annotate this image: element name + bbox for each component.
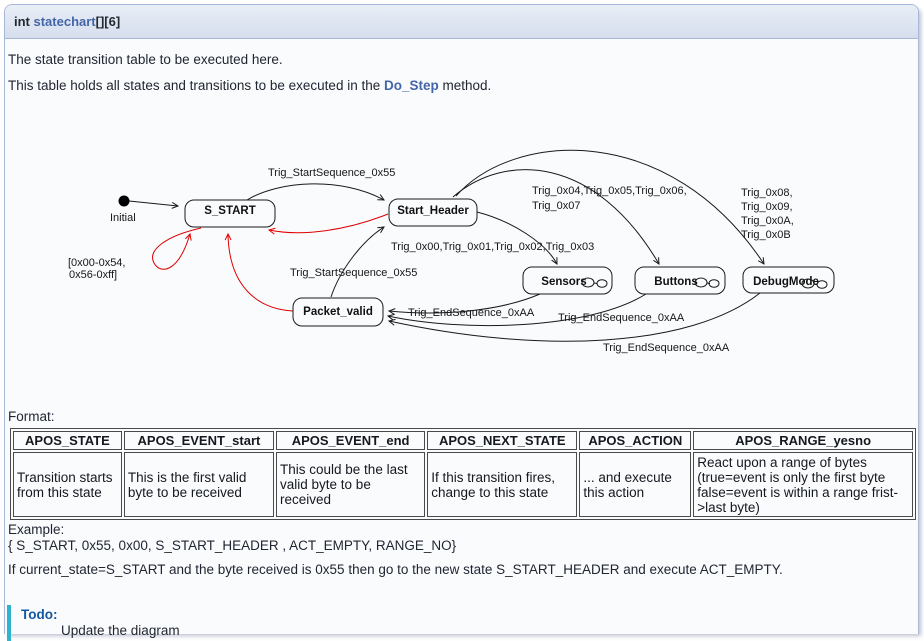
todo-title: Todo: [21,607,421,623]
table-cell: React upon a range of bytes (true=event … [693,452,913,517]
format-table: APOS_STATE APOS_EVENT_start APOS_EVENT_e… [10,428,916,520]
table-cell: Transition starts from this state [13,452,122,517]
svg-text:Trig_0x07: Trig_0x07 [532,200,581,212]
svg-text:Trig_StartSequence_0x55: Trig_StartSequence_0x55 [268,167,395,179]
svg-text:Trig_EndSequence_0xAA: Trig_EndSequence_0xAA [558,312,685,324]
svg-text:Buttons: Buttons [654,276,697,288]
svg-text:Trig_0x0B: Trig_0x0B [741,229,791,241]
transition-s-start-self-loop: [0x00-0x54, 0x56-0xff] [68,228,201,281]
transition-initial-to-s-start [129,201,178,206]
state-packet-valid: Packet_valid [293,298,383,326]
format-table-body-row: Transition starts from this state This i… [13,452,913,517]
svg-text:S_START: S_START [204,205,256,217]
state-sensors: Sensors [523,267,612,294]
state-start-header: Start_Header [389,199,477,226]
p2-text-before: This table holds all states and transiti… [8,78,384,93]
example-block: Example:{ S_START, 0x55, 0x00, S_START_H… [8,522,456,554]
svg-text:Trig_0x08,: Trig_0x08, [741,187,793,199]
table-cell: If this transition fires, change to this… [427,452,577,517]
do-step-link[interactable]: Do_Step [384,78,439,93]
format-table-header-row: APOS_STATE APOS_EVENT_start APOS_EVENT_e… [13,431,913,450]
format-label: Format: [8,409,55,425]
example-label: Example: [8,522,64,537]
column-header: APOS_EVENT_start [124,431,274,450]
transition-start-header-to-s-start [269,214,388,233]
svg-text:Packet_valid: Packet_valid [303,306,373,318]
svg-text:[0x00-0x54,: [0x00-0x54, [68,257,125,269]
doxygen-page: { "header": { "keyword": "int ", "name":… [0,0,924,633]
initial-state-node: Initial [110,196,136,225]
column-header: APOS_STATE [13,431,122,450]
state-debugmode: DebugMode [743,267,834,293]
svg-text:Trig_0x04,Trig_0x05,Trig_0x06,: Trig_0x04,Trig_0x05,Trig_0x06, [532,185,687,197]
svg-text:Trig_0x0A,: Trig_0x0A, [741,215,794,227]
svg-text:Trig_0x09,: Trig_0x09, [741,201,793,213]
member-prototype-header: int statechart[][6] [5,5,918,39]
todo-section: Todo: Update the diagram [7,605,421,641]
svg-text:Trig_StartSequence_0x55: Trig_StartSequence_0x55 [290,267,417,279]
svg-text:Trig_EndSequence_0xAA: Trig_EndSequence_0xAA [603,342,730,354]
table-cell: This is the first valid byte to be recei… [124,452,274,517]
initial-state-label: Initial [110,212,136,224]
type-keyword: int [14,14,34,29]
transition-packet-valid-to-s-start [228,234,293,311]
transition-packet-valid-to-start-header: Trig_StartSequence_0x55 [290,227,417,297]
transition-s-start-to-start-header: Trig_StartSequence_0x55 [247,167,395,200]
svg-text:Trig_EndSequence_0xAA: Trig_EndSequence_0xAA [408,307,535,319]
initial-state-dot [119,196,130,207]
column-header: APOS_NEXT_STATE [427,431,577,450]
column-header: APOS_ACTION [579,431,691,450]
member-item-frame: int statechart[][6] The state transition… [4,4,919,634]
todo-text: Update the diagram [61,623,421,639]
table-cell: ... and execute this action [579,452,691,517]
svg-text:Sensors: Sensors [541,276,586,288]
state-buttons: Buttons [635,267,725,294]
intro-paragraph-1: The state transition table to be execute… [8,52,283,68]
member-suffix: [][6] [96,14,121,29]
column-header: APOS_RANGE_yesno [693,431,913,450]
p2-text-after: method. [439,78,492,93]
member-name: statechart [34,14,96,29]
svg-text:Trig_0x00,Trig_0x01,Trig_0x02,: Trig_0x00,Trig_0x01,Trig_0x02,Trig_0x03 [391,241,594,253]
statechart-diagram: Trig_StartSequence_0x55 Trig_0x00,Trig_0… [5,130,918,395]
state-s-start: S_START [185,200,275,227]
intro-paragraph-2: This table holds all states and transiti… [8,78,491,94]
svg-text:0x56-0xff]: 0x56-0xff] [69,269,117,281]
svg-text:DebugMode: DebugMode [753,276,819,288]
example-explanation: If current_state=S_START and the byte re… [8,562,783,578]
table-cell: This could be the last valid byte to be … [276,452,425,517]
example-code: { S_START, 0x55, 0x00, S_START_HEADER , … [8,538,456,553]
column-header: APOS_EVENT_end [276,431,425,450]
transition-sensors-to-packet-valid: Trig_EndSequence_0xAA [389,294,540,319]
svg-text:Start_Header: Start_Header [397,205,469,217]
